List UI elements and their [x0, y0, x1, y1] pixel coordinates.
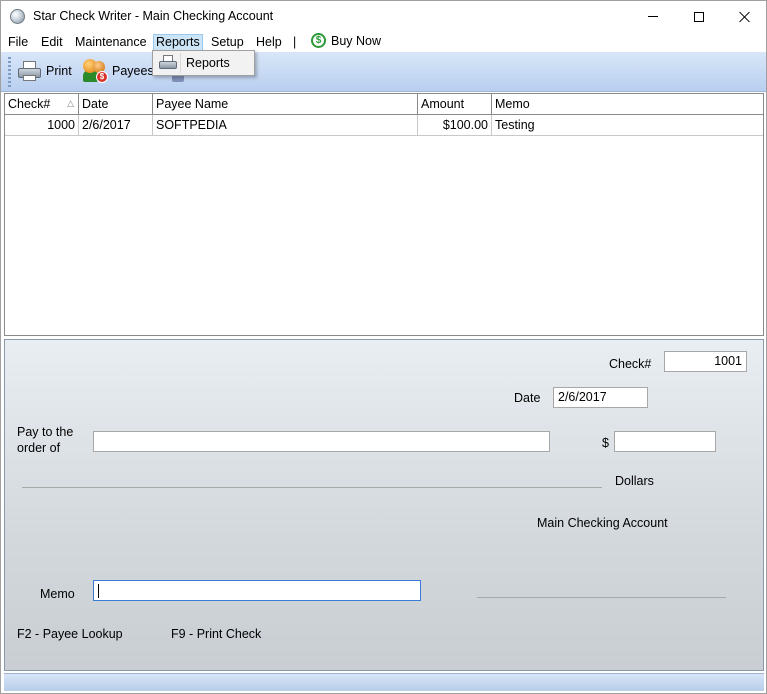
dollar-sign-label: $ [602, 436, 609, 450]
title-bar: Star Check Writer - Main Checking Accoun… [1, 1, 766, 32]
dollars-label: Dollars [615, 474, 654, 488]
column-header-payee[interactable]: Payee Name [153, 94, 418, 115]
date-label: Date [514, 391, 541, 405]
check-register-grid[interactable]: Check# △ Date Payee Name Amount Memo 100… [4, 93, 764, 336]
app-icon[interactable] [10, 9, 25, 24]
check-number-field[interactable]: 1001 [664, 351, 747, 372]
amount-field[interactable] [614, 431, 716, 452]
pay-to-label-line1: Pay to the [17, 425, 74, 439]
amount-words-line [22, 487, 602, 488]
sort-ascending-icon: △ [67, 98, 74, 108]
maximize-button[interactable] [676, 1, 722, 32]
menu-setup[interactable]: Setup [208, 34, 247, 51]
window-title: Star Check Writer - Main Checking Accoun… [33, 9, 274, 23]
memo-label: Memo [40, 587, 75, 601]
menu-file[interactable]: File [5, 34, 31, 51]
menu-help[interactable]: Help [253, 34, 285, 51]
menu-maintenance[interactable]: Maintenance [72, 34, 150, 51]
column-header-check[interactable]: Check# △ [5, 94, 79, 115]
check-entry-panel: Check# 1001 Date 2/6/2017 Pay to the ord… [4, 339, 764, 671]
grid-header: Check# △ Date Payee Name Amount Memo [5, 94, 763, 115]
menu-separator: | [293, 35, 297, 49]
status-bar [4, 673, 764, 691]
print-check-hint: F9 - Print Check [171, 627, 262, 641]
toolbar-grip[interactable] [8, 57, 11, 87]
dollar-icon[interactable]: $ [311, 33, 326, 48]
menu-reports[interactable]: Reports [153, 34, 203, 51]
close-button[interactable] [721, 1, 767, 32]
payees-button[interactable]: Payees [112, 64, 154, 78]
table-row[interactable]: 1000 2/6/2017 SOFTPEDIA $100.00 Testing [5, 115, 763, 136]
menu-buy-now[interactable]: Buy Now [331, 34, 381, 48]
cell-memo: Testing [495, 118, 535, 132]
cell-amount: $100.00 [418, 115, 492, 136]
payee-lookup-hint: F2 - Payee Lookup [17, 627, 123, 641]
printer-icon [159, 55, 177, 71]
memo-field[interactable] [93, 580, 421, 601]
cell-date: 2/6/2017 [79, 115, 153, 136]
minimize-icon [648, 16, 658, 17]
menu-bar: File Edit Maintenance Reports Setup Help… [1, 32, 766, 52]
print-button[interactable]: Print [46, 64, 72, 78]
text-caret [98, 583, 99, 598]
reports-dropdown: Reports [152, 50, 255, 76]
reports-menu-label: Reports [186, 56, 230, 70]
date-field[interactable]: 2/6/2017 [553, 387, 648, 408]
check-number-label: Check# [609, 357, 652, 371]
printer-icon[interactable] [18, 61, 41, 81]
close-icon [738, 11, 750, 23]
signature-line [477, 597, 726, 598]
minimize-button[interactable] [630, 1, 676, 32]
account-name: Main Checking Account [537, 516, 668, 530]
column-header-memo[interactable]: Memo [492, 94, 763, 115]
app-window: Star Check Writer - Main Checking Accoun… [0, 0, 767, 694]
payee-field[interactable] [93, 431, 550, 452]
column-header-amount[interactable]: Amount [418, 94, 492, 115]
maximize-icon [694, 11, 704, 22]
column-header-date[interactable]: Date [79, 94, 153, 115]
cell-check: 1000 [5, 115, 79, 136]
pay-to-label-line2: order of [17, 441, 61, 455]
menu-edit[interactable]: Edit [38, 34, 66, 51]
cell-payee: SOFTPEDIA [153, 115, 418, 136]
reports-menu-item[interactable]: Reports [155, 53, 252, 73]
payees-icon[interactable]: $ [83, 59, 109, 83]
